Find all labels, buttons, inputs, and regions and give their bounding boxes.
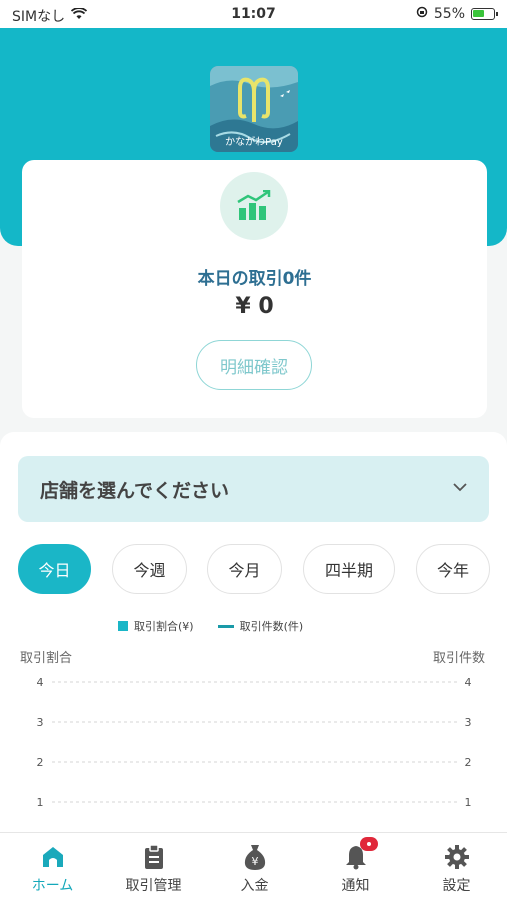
notification-badge bbox=[359, 837, 378, 851]
y-right-tick-label: 3 bbox=[465, 716, 472, 729]
tab-home[interactable]: ホーム bbox=[2, 833, 103, 900]
kanagawa-pay-logo: かながわPay bbox=[210, 66, 298, 152]
chart-legend: 取引割合(¥) 取引件数(件) bbox=[118, 618, 303, 634]
tab-notifications[interactable]: 通知 bbox=[305, 833, 406, 900]
gear-icon bbox=[444, 843, 470, 871]
bottom-tab-bar: ホーム 取引管理 ¥ 入金 通知 設定 bbox=[0, 832, 507, 900]
tab-home-label: ホーム bbox=[31, 878, 74, 894]
battery-icon bbox=[471, 8, 498, 20]
store-select-dropdown[interactable]: 店舗を選んでください bbox=[18, 456, 489, 522]
tab-quarter[interactable]: 四半期 bbox=[303, 544, 395, 594]
tab-deposit[interactable]: ¥ 入金 bbox=[204, 833, 305, 900]
y-axis-right-title: 取引件数 bbox=[432, 651, 485, 666]
battery-percent: 55% bbox=[433, 6, 465, 22]
logo-text: かながわPay bbox=[225, 137, 283, 148]
tab-today[interactable]: 今日 bbox=[18, 544, 91, 594]
y-right-tick-label: 2 bbox=[465, 756, 472, 769]
home-icon bbox=[40, 843, 66, 871]
y-axis-left-title: 取引割合 bbox=[20, 651, 73, 666]
tab-deposit-label: 入金 bbox=[240, 878, 269, 894]
today-transaction-title: 本日の取引0件 bbox=[197, 269, 312, 289]
tab-this-week[interactable]: 今週 bbox=[112, 544, 187, 594]
detail-confirm-button[interactable]: 明細確認 bbox=[196, 340, 312, 390]
money-bag-icon: ¥ bbox=[242, 843, 268, 871]
tab-this-month[interactable]: 今月 bbox=[207, 544, 282, 594]
legend-series-2: 取引件数(件) bbox=[239, 620, 304, 633]
legend-line-swatch bbox=[217, 624, 234, 628]
period-tabs: 今日 今週 今月 四半期 今年 bbox=[18, 544, 507, 596]
status-right: 55% bbox=[416, 6, 498, 22]
orientation-lock-icon bbox=[416, 6, 428, 22]
battery-fill bbox=[473, 10, 484, 17]
y-left-tick-label: 4 bbox=[37, 676, 44, 689]
growth-chart-icon bbox=[220, 172, 288, 240]
chevron-down-icon bbox=[451, 478, 469, 500]
tab-this-year[interactable]: 今年 bbox=[416, 544, 490, 594]
status-bar: SIMなし 11:07 55% bbox=[0, 0, 507, 28]
today-amount: ¥ 0 bbox=[235, 294, 274, 319]
svg-text:¥: ¥ bbox=[251, 855, 258, 868]
legend-bar-swatch bbox=[118, 621, 128, 631]
tab-transactions[interactable]: 取引管理 bbox=[103, 833, 204, 900]
bell-icon bbox=[344, 837, 378, 871]
tab-transactions-label: 取引管理 bbox=[125, 878, 182, 894]
y-right-tick-label: 4 bbox=[465, 676, 472, 689]
tab-settings-label: 設定 bbox=[442, 878, 471, 894]
tab-settings[interactable]: 設定 bbox=[406, 833, 507, 900]
lower-panel: 店舗を選んでください 今日 今週 今月 四半期 今年 取引割合(¥) 取引件数(… bbox=[0, 432, 507, 832]
y-left-tick-label: 3 bbox=[37, 716, 44, 729]
tab-notifications-label: 通知 bbox=[341, 878, 370, 894]
store-select-label: 店舗を選んでください bbox=[40, 480, 230, 502]
transaction-chart: 1 1 2 2 3 3 4 4 bbox=[37, 676, 472, 809]
y-left-tick-label: 1 bbox=[37, 796, 44, 809]
today-summary-card: 本日の取引0件 ¥ 0 明細確認 bbox=[22, 160, 487, 418]
clipboard-icon bbox=[142, 843, 166, 871]
y-left-tick-label: 2 bbox=[37, 756, 44, 769]
legend-series-1: 取引割合(¥) bbox=[134, 620, 194, 633]
y-right-tick-label: 1 bbox=[465, 796, 472, 809]
